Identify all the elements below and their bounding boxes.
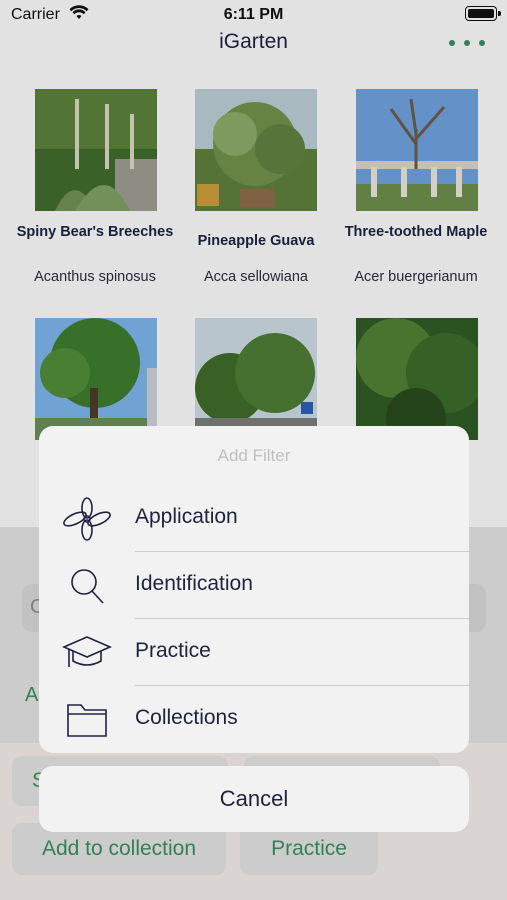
- filter-option-label: Identification: [135, 572, 253, 595]
- cancel-button[interactable]: Cancel: [39, 766, 469, 832]
- sheet-title: Add Filter: [217, 446, 291, 465]
- filter-option-practice[interactable]: Practice: [39, 619, 469, 686]
- folder-icon: [61, 698, 113, 742]
- filter-option-collections[interactable]: Collections: [39, 686, 469, 753]
- filter-option-application[interactable]: Application: [39, 485, 469, 552]
- filter-option-label: Practice: [135, 639, 211, 662]
- filter-option-identification[interactable]: Identification: [39, 552, 469, 619]
- graduation-cap-icon: [61, 631, 113, 675]
- add-filter-sheet: Add Filter Application Identification Pr…: [39, 426, 469, 753]
- filter-option-label: Collections: [135, 706, 238, 729]
- flower-icon: [61, 497, 113, 541]
- magnifier-icon: [61, 564, 113, 608]
- filter-option-label: Application: [135, 505, 238, 528]
